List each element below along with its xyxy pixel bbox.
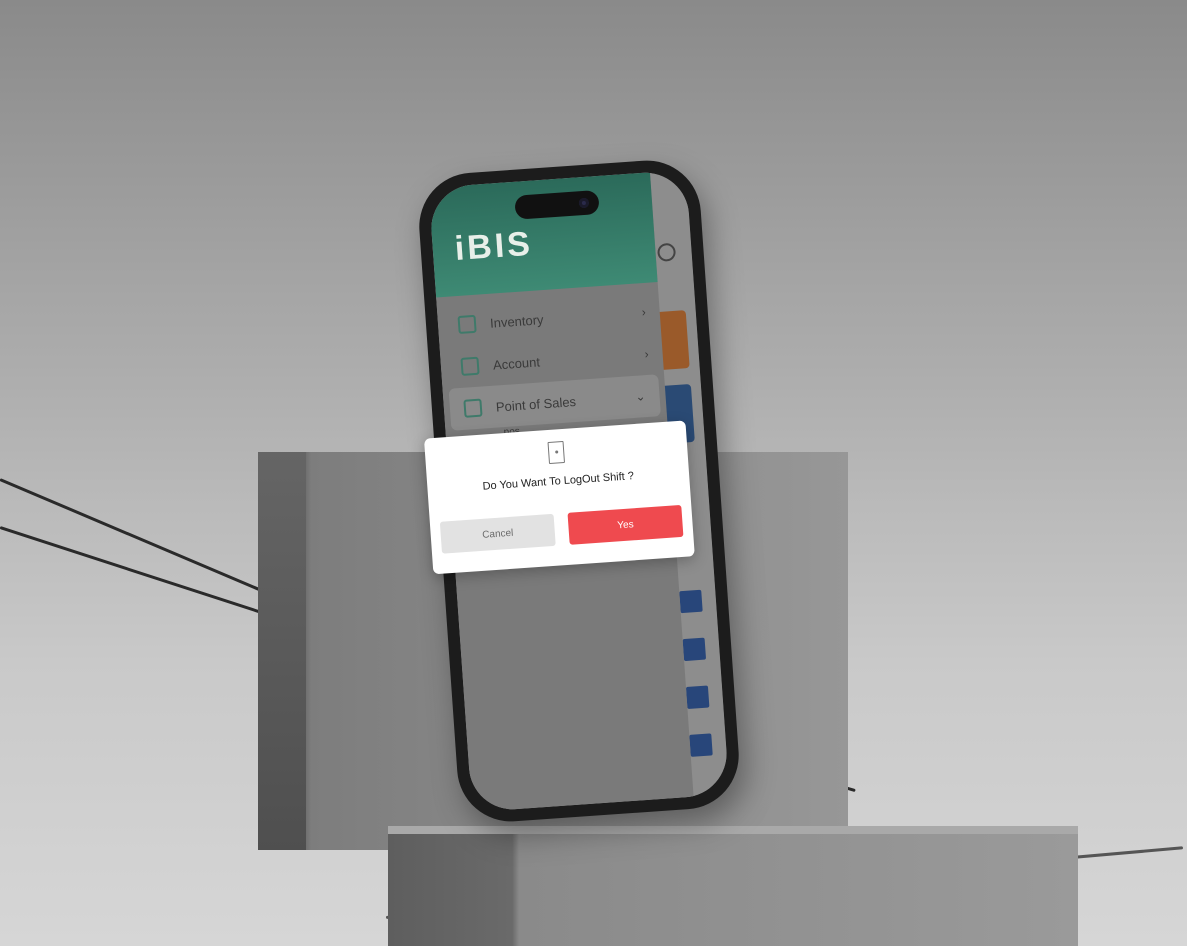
inventory-icon <box>457 314 477 335</box>
camera-icon <box>578 197 590 209</box>
menu-item-label: Account <box>492 353 541 373</box>
concrete-block-side <box>258 452 306 850</box>
account-icon <box>460 356 480 376</box>
book-icon[interactable] <box>685 685 710 709</box>
cancel-button[interactable]: Cancel <box>439 513 556 554</box>
cable <box>0 478 277 599</box>
chevron-right-icon: › <box>644 346 650 362</box>
book-icon[interactable] <box>682 637 707 662</box>
chevron-down-icon: ⌄ <box>635 389 647 404</box>
book-icon[interactable] <box>689 733 713 757</box>
phone-mockup: 60 60 iBIS Inventory › <box>415 156 743 826</box>
menu-item-label: Inventory <box>489 311 544 331</box>
logout-dialog: Do You Want To LogOut Shift ? Cancel Yes <box>423 420 695 575</box>
dialog-message: Do You Want To LogOut Shift ? <box>482 470 635 493</box>
logout-door-icon <box>547 440 566 465</box>
book-icon[interactable] <box>679 589 703 614</box>
chevron-right-icon: › <box>641 304 647 320</box>
menu-item-label: Point of Sales <box>495 393 577 415</box>
photo-scene: 60 60 iBIS Inventory › <box>0 0 1187 946</box>
search-icon[interactable] <box>656 242 677 262</box>
concrete-block-top <box>388 826 1078 834</box>
pos-icon <box>463 398 483 418</box>
app-logo: iBIS <box>453 224 535 269</box>
yes-button[interactable]: Yes <box>567 504 684 545</box>
drawer-header: iBIS <box>428 172 658 298</box>
concrete-block-front <box>388 826 1078 946</box>
